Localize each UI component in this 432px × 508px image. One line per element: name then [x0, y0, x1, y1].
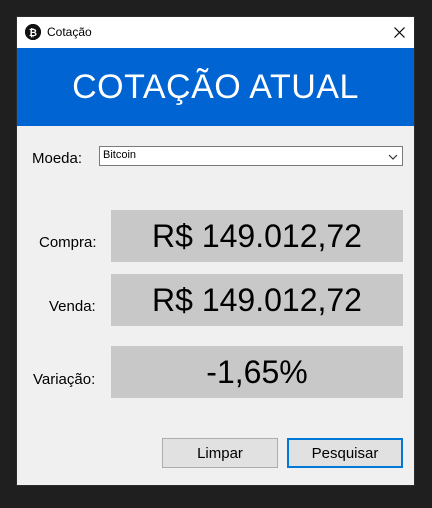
limpar-button[interactable]: Limpar	[162, 438, 278, 468]
app-window: ₿ Cotação COTAÇÃO ATUAL Moeda: Bitcoin C…	[16, 16, 415, 486]
title-bar[interactable]: ₿ Cotação	[17, 17, 414, 48]
compra-value-box: R$ 149.012,72	[111, 210, 403, 262]
venda-value-box: R$ 149.012,72	[111, 274, 403, 326]
page-title: COTAÇÃO ATUAL	[72, 67, 359, 106]
pesquisar-button[interactable]: Pesquisar	[287, 438, 403, 468]
moeda-label: Moeda:	[32, 150, 83, 167]
screen-background: ₿ Cotação COTAÇÃO ATUAL Moeda: Bitcoin C…	[0, 0, 432, 508]
header-banner: COTAÇÃO ATUAL	[17, 48, 414, 126]
compra-label: Compra:	[39, 234, 97, 251]
compra-value: R$ 149.012,72	[152, 217, 362, 254]
window-title: Cotação	[47, 25, 92, 39]
chevron-down-icon[interactable]	[387, 150, 399, 162]
svg-text:₿: ₿	[29, 27, 37, 39]
variacao-value: -1,65%	[206, 353, 308, 390]
moeda-selected-value: Bitcoin	[103, 149, 137, 161]
variacao-label: Variação:	[33, 371, 96, 388]
variacao-value-box: -1,65%	[111, 346, 403, 398]
bitcoin-app-icon: ₿	[25, 24, 41, 40]
venda-value: R$ 149.012,72	[152, 281, 362, 318]
close-icon[interactable]	[384, 17, 414, 48]
moeda-select[interactable]: Bitcoin	[99, 146, 403, 166]
venda-label: Venda:	[49, 298, 96, 315]
